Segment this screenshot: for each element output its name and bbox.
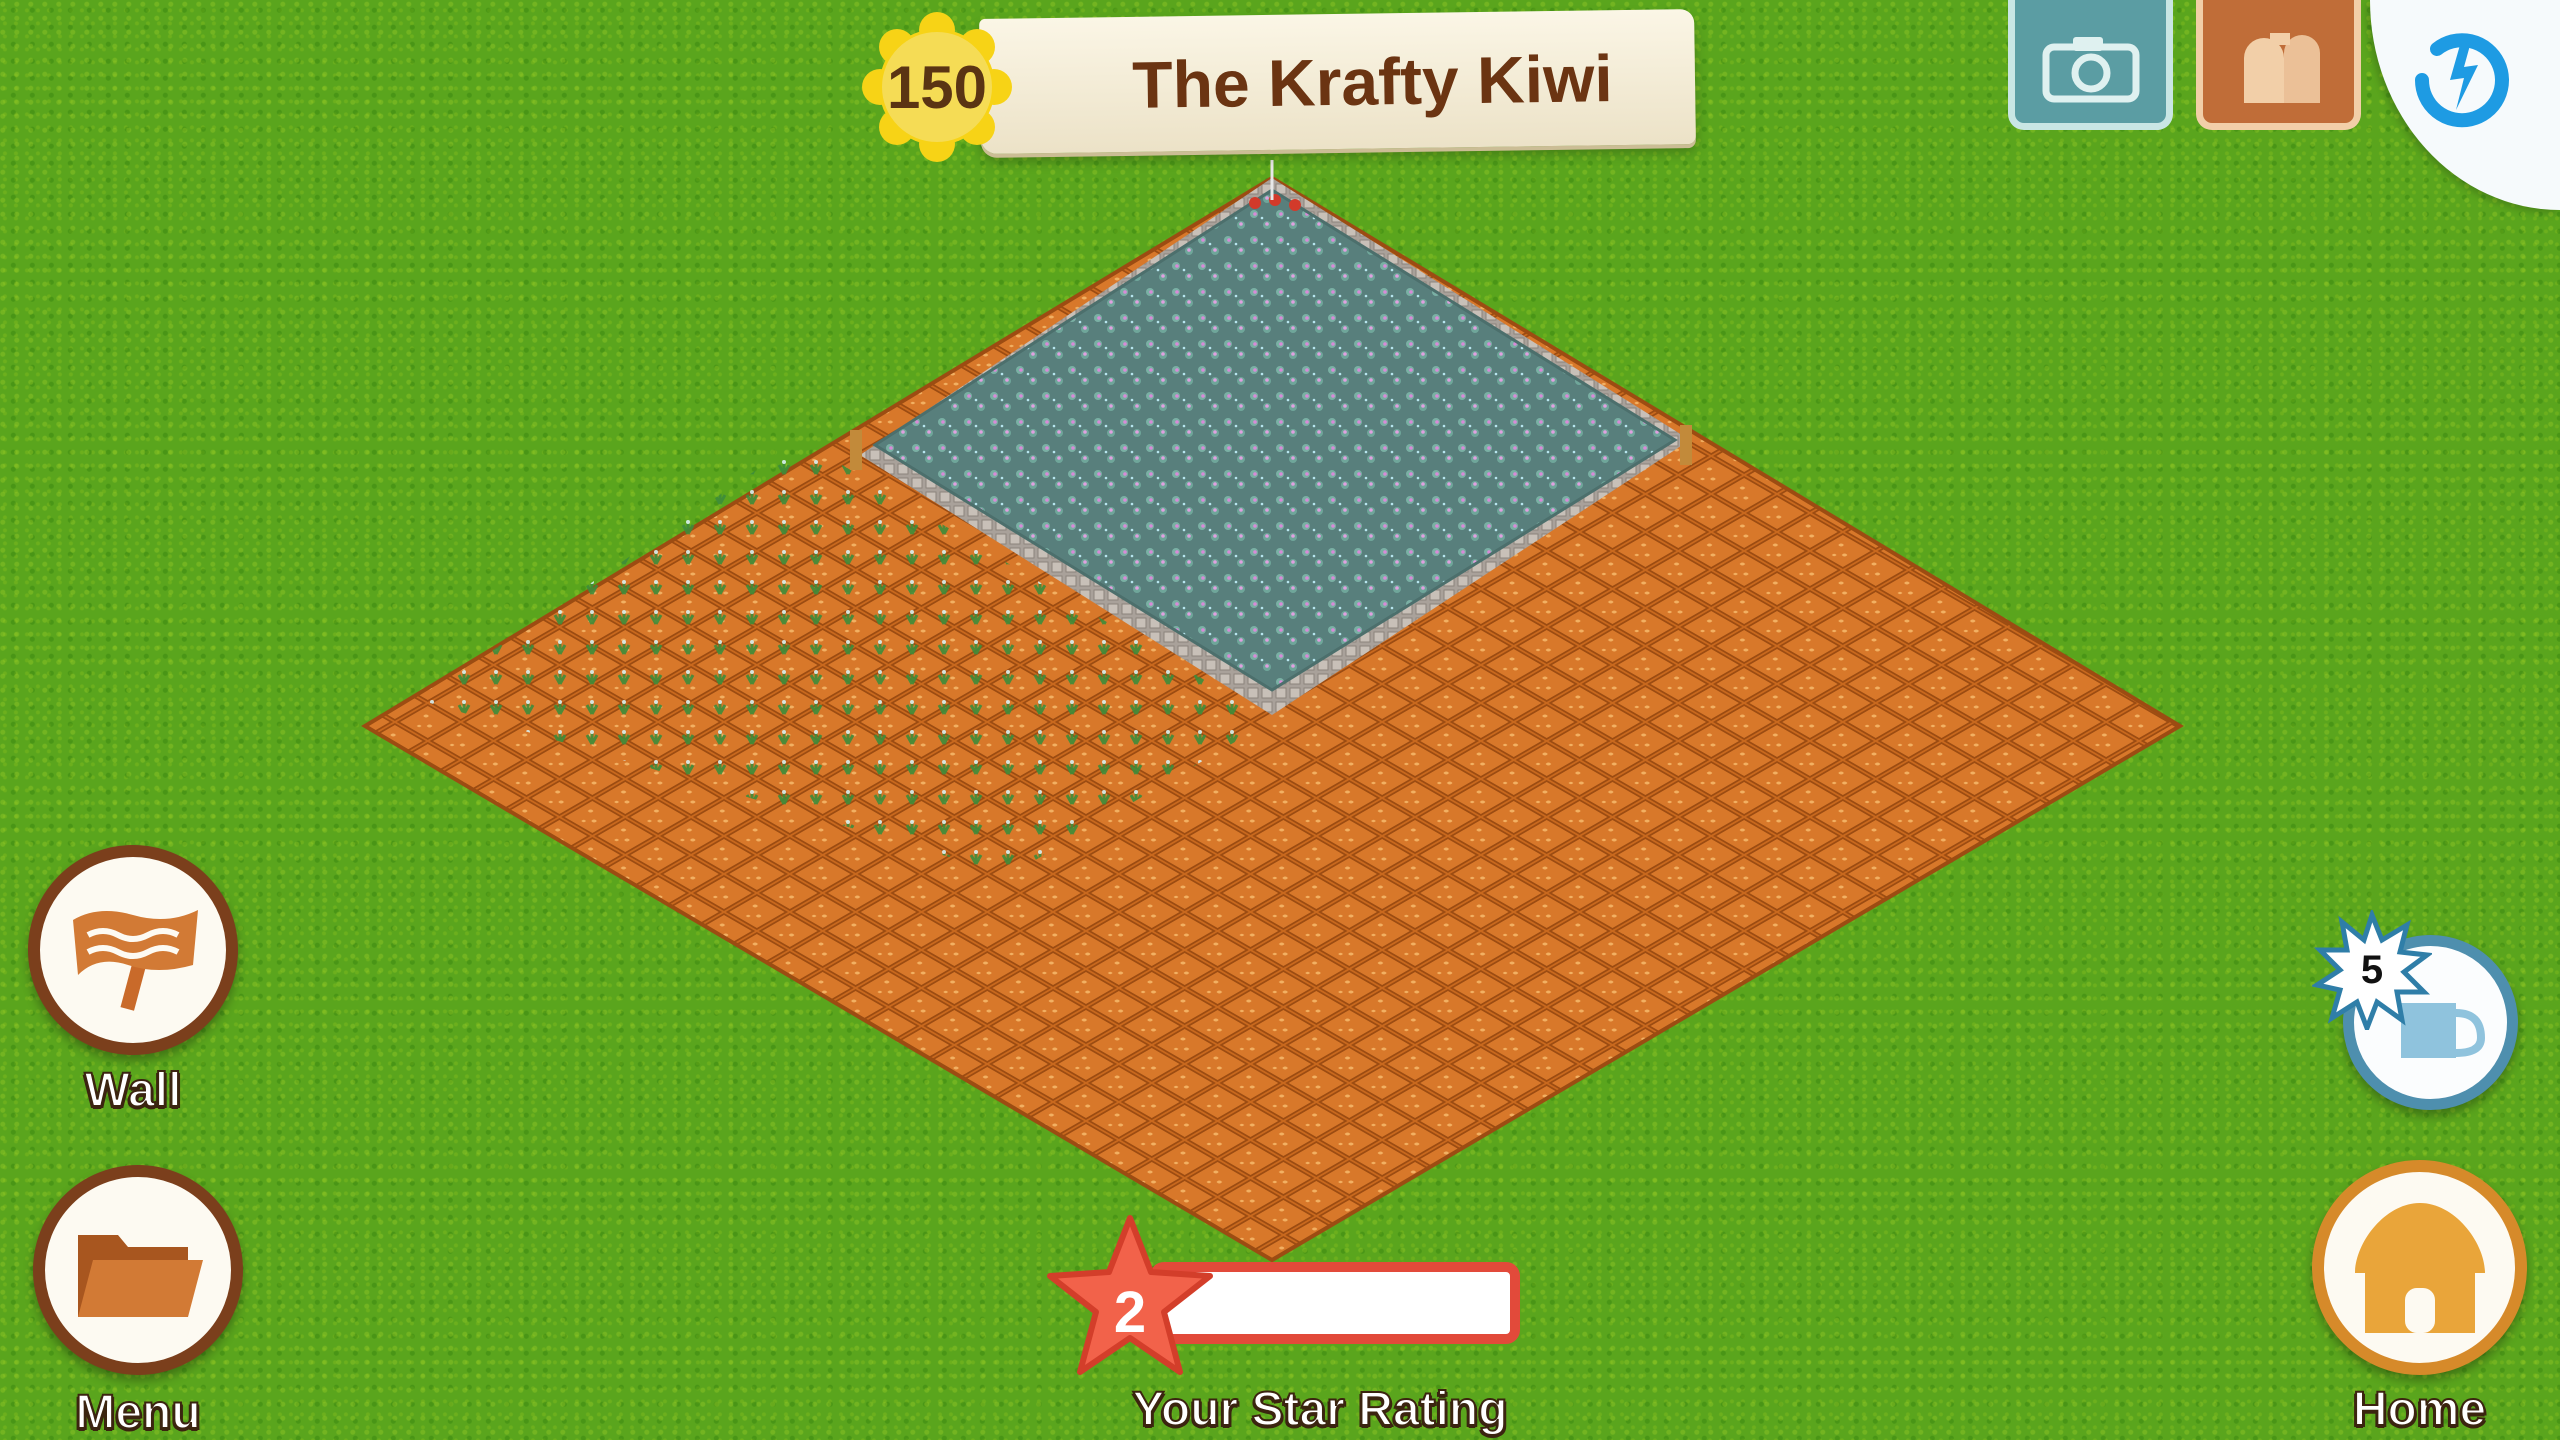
farm-name-banner: The Krafty Kiwi — [979, 9, 1696, 154]
coin-value: 150 — [886, 53, 988, 121]
menu-button[interactable] — [33, 1165, 243, 1375]
watering-count: 5 — [2360, 947, 2384, 992]
mailbox-icon — [2243, 32, 2320, 103]
watering-count-badge: 5 — [2310, 907, 2434, 1035]
star-rating-level: 2 — [1113, 1279, 1147, 1345]
coin-counter: 150 — [862, 12, 1012, 162]
wall-button[interactable] — [28, 845, 238, 1055]
camera-icon — [2042, 36, 2139, 103]
camera-button[interactable] — [2008, 0, 2173, 130]
house-icon — [2354, 1202, 2485, 1333]
home-label: Home — [2352, 1382, 2487, 1437]
home-button[interactable] — [2312, 1160, 2527, 1375]
farm-name: The Krafty Kiwi — [1131, 40, 1614, 122]
star-rating-caption: Your Star Rating — [1131, 1382, 1508, 1437]
folder-icon — [78, 1235, 203, 1317]
menu-label: Menu — [74, 1385, 201, 1440]
signpost-icon — [73, 910, 198, 1011]
farm-field[interactable] — [0, 0, 2560, 1440]
star-rating-badge: 2 — [1040, 1210, 1220, 1390]
wall-label: Wall — [84, 1063, 183, 1118]
sync-icon — [2414, 33, 2509, 128]
mailbox-button[interactable] — [2196, 0, 2361, 130]
